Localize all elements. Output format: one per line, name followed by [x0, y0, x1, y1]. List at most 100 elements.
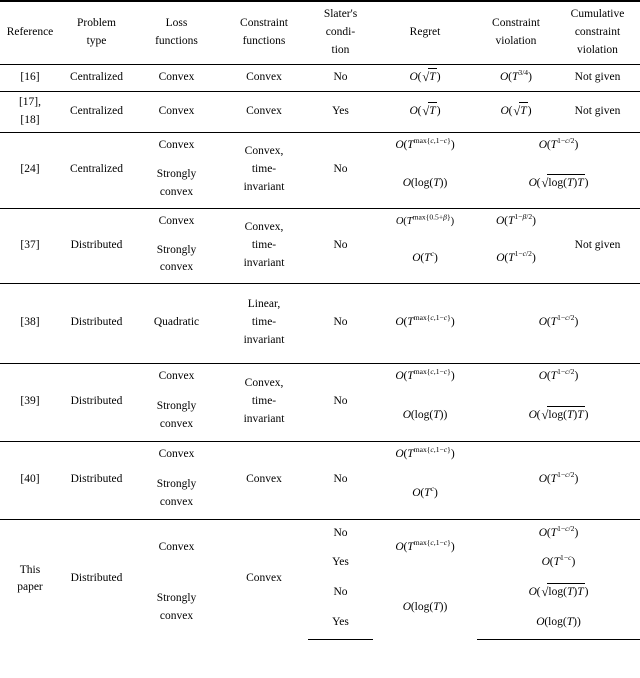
cell-problem-type: Centralized	[60, 64, 133, 92]
row-38: [38] Distributed Quadratic Linear, time-…	[0, 282, 640, 364]
header-label-slaters-line1: Slater's	[323, 8, 358, 21]
cell-merged-violation: O(T1−c/2)	[477, 362, 640, 392]
cell-reference: [37]	[0, 207, 60, 284]
cell-loss-functions: Strongly convex	[133, 160, 220, 208]
cell-cumulative-violation: Not given	[555, 91, 640, 133]
cell-loss-functions-line2: convex	[159, 261, 194, 274]
header-cell-loss-functions: Loss functions	[133, 0, 220, 65]
table-row: This paper Distributed Convex Convex No …	[0, 518, 640, 640]
header-cell-reference: Reference	[0, 0, 60, 65]
header-label-slaters-line3: tion	[331, 43, 350, 56]
cell-reference: [40]	[0, 440, 60, 520]
header-label-regret: Regret	[409, 26, 441, 39]
table-row: [39] Distributed Convex Convex, time- in…	[0, 362, 640, 442]
row-17-18: [17], [18] Centralized Convex Convex Yes…	[0, 91, 640, 133]
cell-loss-functions: Convex	[133, 440, 220, 470]
cell-regret: O(log(T))	[402, 601, 448, 614]
cell-reference: [24]	[0, 131, 60, 209]
cell-problem-type: Centralized	[60, 91, 133, 133]
cell-merged-violation: O(T1−c/2)	[477, 131, 640, 161]
cell-slaters-condition: No	[308, 362, 373, 442]
cell-slaters-condition: No	[308, 440, 373, 520]
table-row: [24] Centralized Convex Convex, time- in…	[0, 131, 640, 209]
cell-merged-violation: O(T1−c/2)	[477, 282, 640, 364]
cell-regret: O(Tmax{c,1−c})	[373, 518, 477, 578]
cell-loss-functions-line2: convex	[159, 185, 194, 198]
header-label-slaters-line2: condi-	[325, 26, 356, 39]
cell-loss-functions: Convex	[133, 207, 220, 237]
row-16: [16] Centralized Convex Convex No O(√T) …	[0, 64, 640, 92]
cell-constraint-functions: Convex, time- invariant	[220, 362, 308, 442]
cell-cumulative-violation: O(√log(T)T)	[477, 577, 640, 608]
cell-slaters-condition: No	[308, 518, 373, 549]
header-cell-cumulative-violation: Cumulative constraint violation	[555, 0, 640, 65]
literature-comparison-table: Reference Problem type Loss functions Co…	[0, 0, 640, 640]
header-row: Reference Problem type Loss functions Co…	[0, 0, 640, 65]
header-label-problem-type-line1: Problem	[77, 17, 116, 30]
cell-constraint-functions: Convex, time- invariant	[220, 131, 308, 209]
header-label-constraint-violation-line1: Constraint	[492, 17, 540, 30]
cell-constraint-violation: O(T3/4)	[477, 64, 555, 92]
cell-cumulative-violation: Not given	[555, 207, 640, 284]
cell-reference: This paper	[0, 518, 60, 640]
cell-merged-violation: O(√log(T)T)	[477, 160, 640, 208]
cell-loss-functions: Convex	[133, 518, 220, 578]
cell-regret: O(Tc)	[412, 249, 438, 265]
cell-problem-type: Distributed	[60, 362, 133, 442]
header-label-loss-functions-line1: Loss	[165, 17, 188, 30]
header-label-loss-functions-line2: functions	[155, 35, 198, 47]
cell-loss-functions-line1: Strongly	[156, 168, 197, 181]
header-label-problem-type-line2: type	[86, 35, 107, 47]
cell-constraint-functions: Convex	[220, 440, 308, 520]
cell-constraint-violation: O(T1−c/2)	[496, 249, 536, 265]
cell-constraint-functions: Convex	[220, 518, 308, 640]
table-header-group: Reference Problem type Loss functions Co…	[0, 0, 640, 65]
row-40-sub1: [40] Distributed Convex Convex No O(Tmax…	[0, 440, 640, 520]
cell-reference-line1: [17],	[18, 96, 42, 108]
cell-slaters-condition: No	[308, 282, 373, 364]
cell-loss-functions: Convex	[133, 362, 220, 392]
cell-slaters-condition: Yes	[308, 608, 373, 640]
cell-regret: O(Tmax{c,1−c})	[373, 282, 477, 364]
header-cell-constraint-functions: Constraint functions	[220, 0, 308, 65]
cell-loss-functions-line2: convex	[159, 417, 194, 430]
cell-cumulative-violation: O(log(T))	[477, 608, 640, 640]
cell-constraint-functions: Linear, time- invariant	[220, 282, 308, 364]
cell-constraint-functions-line1: Linear,	[247, 298, 281, 311]
cell-merged-violation: O(√log(T)T)	[477, 391, 640, 441]
header-label-constraint-functions-line1: Constraint	[240, 17, 288, 30]
cell-regret: O(√T)	[373, 91, 477, 133]
cell-loss-functions-line1: Strongly	[156, 478, 197, 491]
header-label-constraint-violation-line2: violation	[495, 35, 537, 47]
cell-constraint-functions-line1: Convex,	[244, 220, 284, 233]
cell-regret: O(Tc)	[412, 484, 438, 499]
cell-problem-type: Distributed	[60, 207, 133, 284]
header-label-cumulative-line1: Cumulative	[570, 8, 625, 21]
cell-problem-type: Distributed	[60, 518, 133, 640]
cell-loss-functions: Strongly convex	[133, 236, 220, 283]
cell-slaters-condition: No	[308, 64, 373, 92]
table-row: [40] Distributed Convex Convex No O(Tmax…	[0, 440, 640, 520]
cell-constraint-functions-line2: time-	[251, 316, 277, 329]
cell-problem-type: Centralized	[60, 131, 133, 209]
cell-constraint-functions-line2: time-	[251, 163, 277, 176]
cell-reference: [16]	[0, 64, 60, 92]
cell-constraint-functions-line2: time-	[251, 395, 277, 408]
cell-regret: O(log(T))	[402, 176, 448, 189]
table-row: [38] Distributed Quadratic Linear, time-…	[0, 282, 640, 364]
cell-constraint-functions-line1: Convex,	[244, 145, 284, 158]
cell-constraint-violation: O(√T)	[477, 91, 555, 133]
cell-constraint-functions-line3: invariant	[243, 256, 285, 269]
cell-problem-type: Distributed	[60, 282, 133, 364]
cell-constraint-functions-line3: invariant	[243, 181, 285, 194]
cell-loss-functions-line1: Strongly	[156, 592, 197, 605]
cell-constraint-functions-line1: Convex,	[244, 377, 284, 390]
header-cell-problem-type: Problem type	[60, 0, 133, 65]
cell-slaters-condition: No	[308, 131, 373, 209]
cell-reference-line2: paper	[17, 581, 43, 594]
header-label-cumulative-line2: constraint	[574, 26, 621, 39]
cell-constraint-functions: Convex, time- invariant	[220, 207, 308, 284]
cell-loss-functions-line1: Strongly	[156, 243, 197, 256]
cell-loss-functions-line2: convex	[159, 495, 194, 508]
cell-constraint-functions-line2: time-	[251, 238, 277, 251]
